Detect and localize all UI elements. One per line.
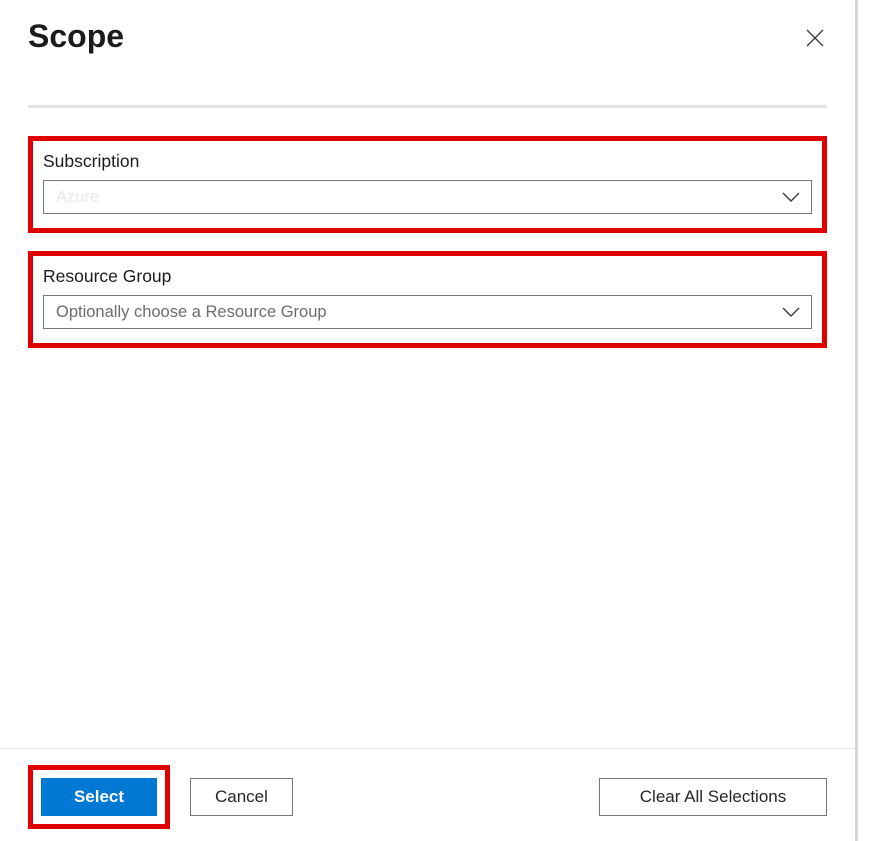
subscription-value: Azure [56, 188, 99, 207]
resource-group-highlight: Resource Group Optionally choose a Resou… [28, 251, 827, 348]
clear-all-button[interactable]: Clear All Selections [599, 778, 827, 816]
subscription-highlight: Subscription Azure [28, 136, 827, 233]
select-button[interactable]: Select [41, 778, 157, 816]
header-divider [28, 105, 827, 108]
select-highlight: Select [28, 765, 170, 829]
panel-title: Scope [28, 18, 124, 55]
resource-group-label: Resource Group [43, 266, 812, 287]
panel-header: Scope [0, 0, 855, 55]
subscription-dropdown[interactable]: Azure [43, 180, 812, 214]
close-button[interactable] [803, 26, 827, 50]
scope-panel: Scope Subscription Azure Resource Group [0, 0, 858, 841]
chevron-down-icon [781, 191, 801, 203]
cancel-button[interactable]: Cancel [190, 778, 293, 816]
resource-group-dropdown[interactable]: Optionally choose a Resource Group [43, 295, 812, 329]
subscription-label: Subscription [43, 151, 812, 172]
chevron-down-icon [781, 306, 801, 318]
form-area: Subscription Azure Resource Group Option… [0, 136, 855, 348]
resource-group-placeholder: Optionally choose a Resource Group [56, 303, 327, 322]
panel-footer: Select Cancel Clear All Selections [0, 748, 855, 829]
close-icon [805, 28, 825, 48]
